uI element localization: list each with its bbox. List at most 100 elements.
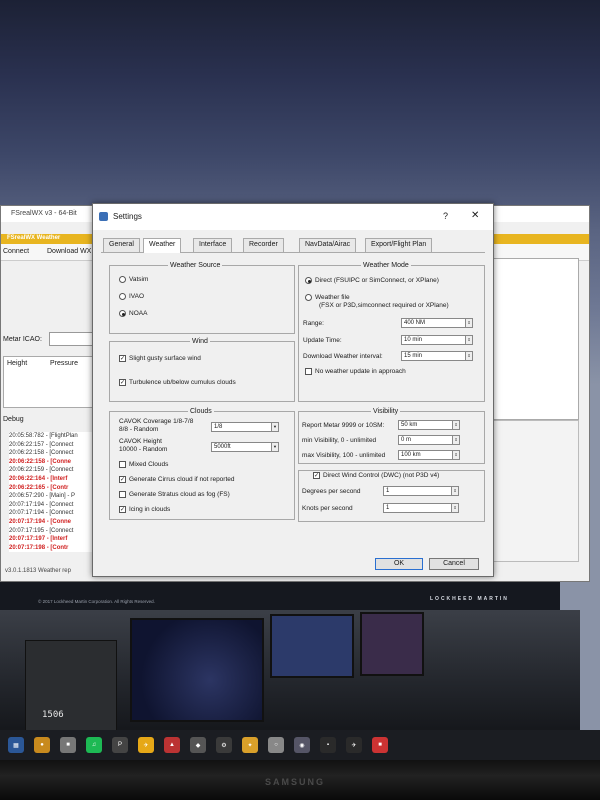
primary-flight-display <box>130 618 264 722</box>
slight-gusty-checkbox[interactable]: ✓ <box>119 355 126 362</box>
mixed-clouds-option[interactable]: Mixed Clouds <box>119 461 168 468</box>
cirrus-option[interactable]: ✓ Generate Cirrus cloud if not reported <box>119 476 235 483</box>
turbulence-option[interactable]: ✓ Turbulence ub/below cumulus clouds <box>119 379 236 386</box>
lockheed-martin-logo: LOCKHEED MARTIN <box>430 596 509 602</box>
weather-file-radio[interactable] <box>305 294 312 301</box>
cirrus-label: Generate Cirrus cloud if not reported <box>129 476 235 483</box>
knots-per-second-value: 1 <box>386 505 390 511</box>
max-visibility-input[interactable]: 100 km ⇕ <box>398 450 460 460</box>
spotify-icon[interactable]: ♫ <box>86 737 102 753</box>
spinner-icon[interactable]: ⇕ <box>465 319 472 327</box>
overhead-panel <box>25 640 117 732</box>
chevron-down-icon[interactable]: ▼ <box>271 423 278 431</box>
log-line: 20:07:17:198 - [Contr <box>9 544 69 551</box>
spinner-icon[interactable]: ⇕ <box>452 451 459 459</box>
help-icon[interactable]: ? <box>443 211 448 221</box>
tab-navdata-airac[interactable]: NavData/Airac <box>299 238 357 252</box>
dwc-option[interactable]: ✓ Direct Wind Control (DWC) (not P3D v4) <box>311 472 442 479</box>
cancel-button[interactable]: Cancel <box>429 558 479 570</box>
vatsim-radio[interactable] <box>119 276 126 283</box>
cirrus-checkbox[interactable]: ✓ <box>119 476 126 483</box>
samsung-logo: SAMSUNG <box>265 777 326 787</box>
tab-bar: General Weather Interface Recorder NavDa… <box>101 238 485 253</box>
p3d-icon[interactable]: P <box>112 737 128 753</box>
download-interval-input[interactable]: 15 min ⇕ <box>401 351 473 361</box>
plane-icon[interactable]: ✈ <box>346 737 362 753</box>
status-bar: v3.0.1.1813 Weather rep <box>5 568 71 574</box>
range-input[interactable]: 400 NM ⇕ <box>401 318 473 328</box>
main-banner-text: FSrealWX Weather <box>7 235 61 241</box>
tab-export-flight-plan[interactable]: Export/Flight Plan <box>365 238 433 252</box>
no-update-checkbox[interactable] <box>305 368 312 375</box>
stratus-checkbox[interactable] <box>119 491 126 498</box>
no-update-option[interactable]: No weather update in approach <box>305 368 406 375</box>
spinner-icon[interactable]: ⇕ <box>465 336 472 344</box>
spinner-icon[interactable]: ⇕ <box>452 421 459 429</box>
vatsim-option[interactable]: Vatsim <box>119 276 148 283</box>
spinner-icon[interactable]: ⇕ <box>451 504 458 512</box>
noaa-radio[interactable] <box>119 310 126 317</box>
tab-interface[interactable]: Interface <box>193 238 233 252</box>
weather-mode-legend: Weather Mode <box>363 262 409 269</box>
noaa-option[interactable]: NOAA <box>119 310 147 317</box>
debug-label: Debug <box>3 416 24 423</box>
slight-gusty-label: Slight gusty surface wind <box>129 355 201 362</box>
stratus-option[interactable]: Generate Stratus cloud as fog (FS) <box>119 491 230 498</box>
main-window-title: FSrealWX v3 - 64-Bit <box>11 210 77 217</box>
dwc-checkbox[interactable]: ✓ <box>313 472 320 479</box>
wind-group: Wind <box>109 338 295 402</box>
log-line: 20:07:17:194 - [Conne <box>9 518 72 525</box>
vatsim-label: Vatsim <box>129 276 149 283</box>
app-icon[interactable]: ● <box>34 737 50 753</box>
tab-general[interactable]: General <box>103 238 140 252</box>
app-icon[interactable]: ■ <box>60 737 76 753</box>
weather-table: Height Pressure W <box>3 356 99 408</box>
weather-file-label: Weather file <box>315 294 350 301</box>
mixed-clouds-checkbox[interactable] <box>119 461 126 468</box>
spinner-icon[interactable]: ⇕ <box>451 487 458 495</box>
report-metar-input[interactable]: 50 km ⇕ <box>398 420 460 430</box>
app-icon[interactable]: ◉ <box>294 737 310 753</box>
download-wx-button[interactable]: Download WX <box>47 248 91 255</box>
app-icon[interactable]: ▪ <box>320 737 336 753</box>
log-line: 20:06:22:158 - [Connect <box>9 450 74 457</box>
ivao-label: IVAO <box>129 293 145 300</box>
app-icon[interactable]: ○ <box>268 737 284 753</box>
stratus-label: Generate Stratus cloud as fog (FS) <box>129 491 230 498</box>
spinner-icon[interactable]: ⇕ <box>452 436 459 444</box>
cavok-height-select[interactable]: 5000ft ▼ <box>211 442 279 452</box>
spinner-icon[interactable]: ⇕ <box>465 352 472 360</box>
mixed-clouds-label: Mixed Clouds <box>129 461 169 468</box>
slight-gusty-option[interactable]: ✓ Slight gusty surface wind <box>119 355 201 362</box>
start-icon[interactable]: ▦ <box>8 737 24 753</box>
app-icon[interactable]: ■ <box>372 737 388 753</box>
plane-icon[interactable]: ✈ <box>138 737 154 753</box>
update-time-input[interactable]: 10 min ⇕ <box>401 335 473 345</box>
direct-option[interactable]: Direct (FSUIPC or SimConnect, or XPlane) <box>305 277 439 284</box>
app-icon[interactable]: ✦ <box>242 737 258 753</box>
app-icon[interactable]: ▲ <box>164 737 180 753</box>
gear-icon[interactable]: ⚙ <box>216 737 232 753</box>
log-line: 20:06:22:157 - [Connect <box>9 441 74 448</box>
knots-per-second-input[interactable]: 1 ⇕ <box>383 503 459 513</box>
log-line: 20:06:22:164 - [Interf <box>9 475 68 482</box>
connect-button[interactable]: Connect <box>3 248 29 255</box>
degrees-per-second-input[interactable]: 1 ⇕ <box>383 486 459 496</box>
icing-option[interactable]: ✓ Icing in clouds <box>119 506 170 513</box>
direct-radio[interactable] <box>305 277 312 284</box>
ivao-option[interactable]: IVAO <box>119 293 144 300</box>
turbulence-checkbox[interactable]: ✓ <box>119 379 126 386</box>
tab-weather[interactable]: Weather <box>143 238 182 253</box>
cavok-coverage-value: 1/8 <box>214 424 223 430</box>
cavok-coverage-label: CAVOK Coverage 1/8-7/8 8/8 - Random <box>119 418 194 433</box>
weather-file-option[interactable]: Weather file <box>305 294 350 301</box>
chevron-down-icon[interactable]: ▼ <box>271 443 278 451</box>
min-visibility-input[interactable]: 0 m ⇕ <box>398 435 460 445</box>
ivao-radio[interactable] <box>119 293 126 300</box>
app-icon[interactable]: ◆ <box>190 737 206 753</box>
cavok-coverage-select[interactable]: 1/8 ▼ <box>211 422 279 432</box>
tab-recorder[interactable]: Recorder <box>243 238 284 252</box>
icing-checkbox[interactable]: ✓ <box>119 506 126 513</box>
ok-button[interactable]: OK <box>375 558 423 570</box>
close-icon[interactable]: ✕ <box>471 210 479 221</box>
